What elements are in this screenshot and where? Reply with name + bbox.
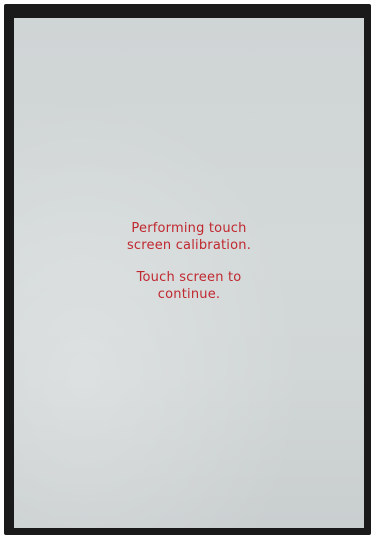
message-spacer: [14, 254, 364, 269]
calibration-message: Performing touch screen calibration. Tou…: [14, 220, 364, 303]
instruction-line-1: Touch screen to: [136, 270, 242, 285]
touch-screen[interactable]: Performing touch screen calibration. Tou…: [14, 18, 364, 528]
calibration-line-2: screen calibration.: [126, 238, 252, 253]
calibration-line-1: Performing touch: [131, 221, 247, 236]
instruction-line-2: continue.: [157, 287, 221, 302]
device-bezel: Performing touch screen calibration. Tou…: [4, 4, 371, 535]
